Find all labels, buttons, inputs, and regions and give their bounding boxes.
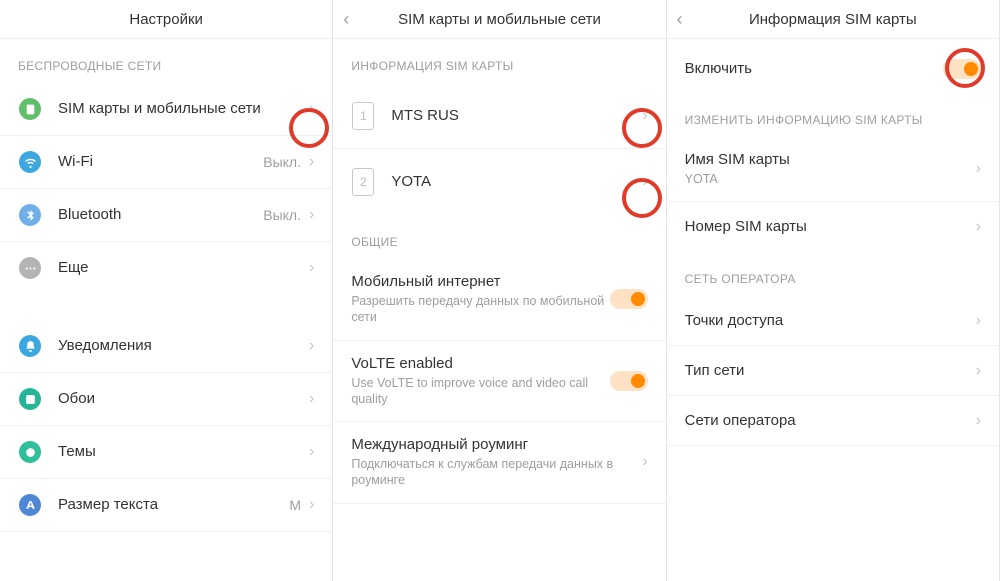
chevron-right-icon: › [309,391,314,407]
sublabel: YOTA [685,171,976,187]
label: Размер текста [58,496,158,513]
page-title: Информация SIM карты [749,11,917,28]
section-operator: СЕТЬ ОПЕРАТОРА [667,252,999,296]
status-value: Выкл. [263,154,301,170]
label: SIM карты и мобильные сети [58,100,261,117]
row-notifications[interactable]: Уведомления › [0,320,332,373]
chevron-right-icon: › [976,161,981,177]
row-network-type[interactable]: Тип сети › [667,346,999,396]
chevron-right-icon: › [309,101,314,117]
chevron-right-icon: › [309,207,314,223]
chevron-right-icon: › [976,313,981,329]
chevron-right-icon: › [642,174,647,190]
label: Имя SIM карты [685,151,976,168]
header: Настройки [0,0,332,39]
chevron-right-icon: › [976,219,981,235]
label: Включить [685,60,752,77]
bluetooth-icon [18,203,42,227]
chevron-right-icon: › [976,363,981,379]
label: Уведомления [58,337,152,354]
row-sim-name[interactable]: Имя SIM карты YOTA › [667,137,999,202]
row-sim-cards[interactable]: SIM карты и мобильные сети › [0,83,332,136]
wifi-icon [18,150,42,174]
page-title: SIM карты и мобильные сети [398,11,601,28]
page-title: Настройки [129,11,203,28]
row-apn[interactable]: Точки доступа › [667,296,999,346]
sublabel: Use VoLTE to improve voice and video cal… [351,375,609,408]
sim-networks-panel: ‹ SIM карты и мобильные сети ИНФОРМАЦИЯ … [333,0,666,581]
label: Точки доступа [685,312,784,329]
section-general: ОБЩИЕ [333,215,665,259]
sim-icon [18,97,42,121]
chevron-right-icon: › [309,444,314,460]
chevron-right-icon: › [309,497,314,513]
row-volte[interactable]: VoLTE enabled Use VoLTE to improve voice… [333,341,665,423]
header: ‹ SIM карты и мобильные сети [333,0,665,39]
row-wallpaper[interactable]: Обои › [0,373,332,426]
label: Тип сети [685,362,745,379]
row-mobile-data[interactable]: Мобильный интернет Разрешить передачу да… [333,259,665,341]
toggle-switch[interactable] [610,371,648,391]
row-operators[interactable]: Сети оператора › [667,396,999,446]
back-button[interactable]: ‹ [343,0,349,39]
row-bluetooth[interactable]: Bluetooth Выкл. › [0,189,332,242]
row-sim-number[interactable]: Номер SIM карты › [667,202,999,252]
label: Сети оператора [685,412,796,429]
row-themes[interactable]: Темы › [0,426,332,479]
label: VoLTE enabled [351,355,609,372]
row-wifi[interactable]: Wi-Fi Выкл. › [0,136,332,189]
chevron-right-icon: › [309,154,314,170]
themes-icon [18,440,42,464]
label: MTS RUS [391,107,459,124]
notifications-icon [18,334,42,358]
sublabel: Разрешить передачу данных по мобильной с… [351,293,609,326]
label: Обои [58,390,95,407]
chevron-right-icon: › [309,338,314,354]
label: Темы [58,443,96,460]
chevron-right-icon: › [642,108,647,124]
header: ‹ Информация SIM карты [667,0,999,39]
sim1-slot-icon: 1 [351,104,375,128]
label: Международный роуминг [351,436,642,453]
row-text-size[interactable]: Размер текста М › [0,479,332,532]
row-more[interactable]: Еще › [0,242,332,294]
label: Номер SIM карты [685,218,807,235]
sim-info-panel: ‹ Информация SIM карты Включить ИЗМЕНИТЬ… [667,0,1000,581]
settings-panel: Настройки БЕСПРОВОДНЫЕ СЕТИ SIM карты и … [0,0,333,581]
more-icon [18,256,42,280]
text-size-icon [18,493,42,517]
label: Bluetooth [58,206,121,223]
sim2-slot-icon: 2 [351,170,375,194]
row-sim1[interactable]: 1 MTS RUS › [333,83,665,149]
label: Мобильный интернет [351,273,609,290]
back-button[interactable]: ‹ [677,0,683,39]
chevron-right-icon: › [309,260,314,276]
label: Еще [58,259,89,276]
section-wireless: БЕСПРОВОДНЫЕ СЕТИ [0,39,332,83]
row-roaming[interactable]: Международный роуминг Подключаться к слу… [333,422,665,504]
toggle-switch[interactable] [943,59,981,79]
chevron-right-icon: › [976,413,981,429]
status-value: Выкл. [263,207,301,223]
section-edit-sim: ИЗМЕНИТЬ ИНФОРМАЦИЮ SIM КАРТЫ [667,93,999,137]
wallpaper-icon [18,387,42,411]
section-sim-info: ИНФОРМАЦИЯ SIM КАРТЫ [333,39,665,83]
status-value: М [289,497,301,513]
row-sim2[interactable]: 2 YOTA › [333,149,665,215]
row-enable[interactable]: Включить [667,39,999,93]
label: Wi-Fi [58,153,93,170]
toggle-switch[interactable] [610,289,648,309]
label: YOTA [391,173,431,190]
chevron-right-icon: › [642,454,647,470]
sublabel: Подключаться к службам передачи данных в… [351,456,642,489]
